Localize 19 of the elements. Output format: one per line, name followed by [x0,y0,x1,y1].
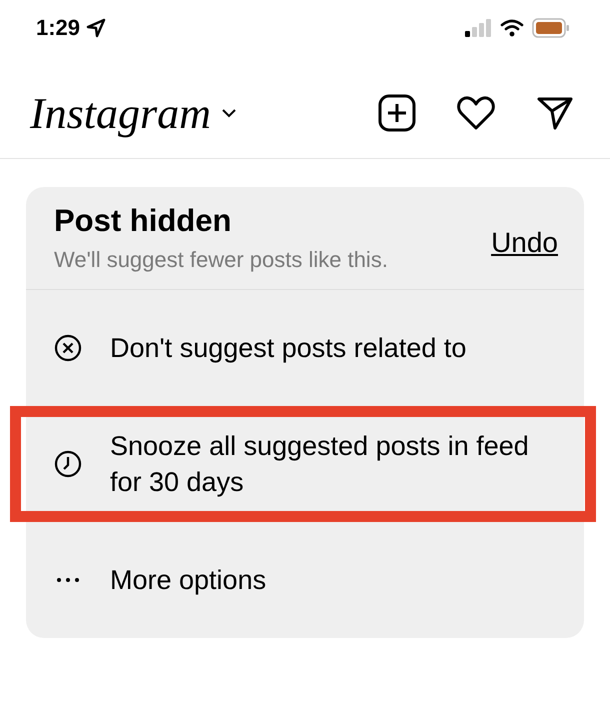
instagram-logo[interactable]: Instagram [30,88,211,138]
option-label[interactable]: Snooze all suggested posts in feed for 30 days [110,428,530,500]
card-title: Post hidden [54,203,232,239]
clock-icon [54,450,82,478]
battery-icon [532,18,570,38]
card-subtitle: We'll suggest fewer posts like this. [54,247,388,273]
wifi-icon [500,19,524,37]
undo-link[interactable]: Undo [491,203,558,259]
option-label[interactable]: More options [110,562,266,598]
chevron-down-icon[interactable] [220,108,237,118]
heart-icon[interactable] [456,95,496,131]
close-circle-icon [54,334,82,362]
more-icon [54,576,82,584]
signal-icon [464,19,492,37]
option-label[interactable]: Don't suggest posts related to [110,330,466,366]
status-time: 1:29 [36,15,80,41]
add-icon[interactable] [378,94,416,132]
location-arrow-icon [86,18,106,38]
send-icon[interactable] [536,95,574,131]
